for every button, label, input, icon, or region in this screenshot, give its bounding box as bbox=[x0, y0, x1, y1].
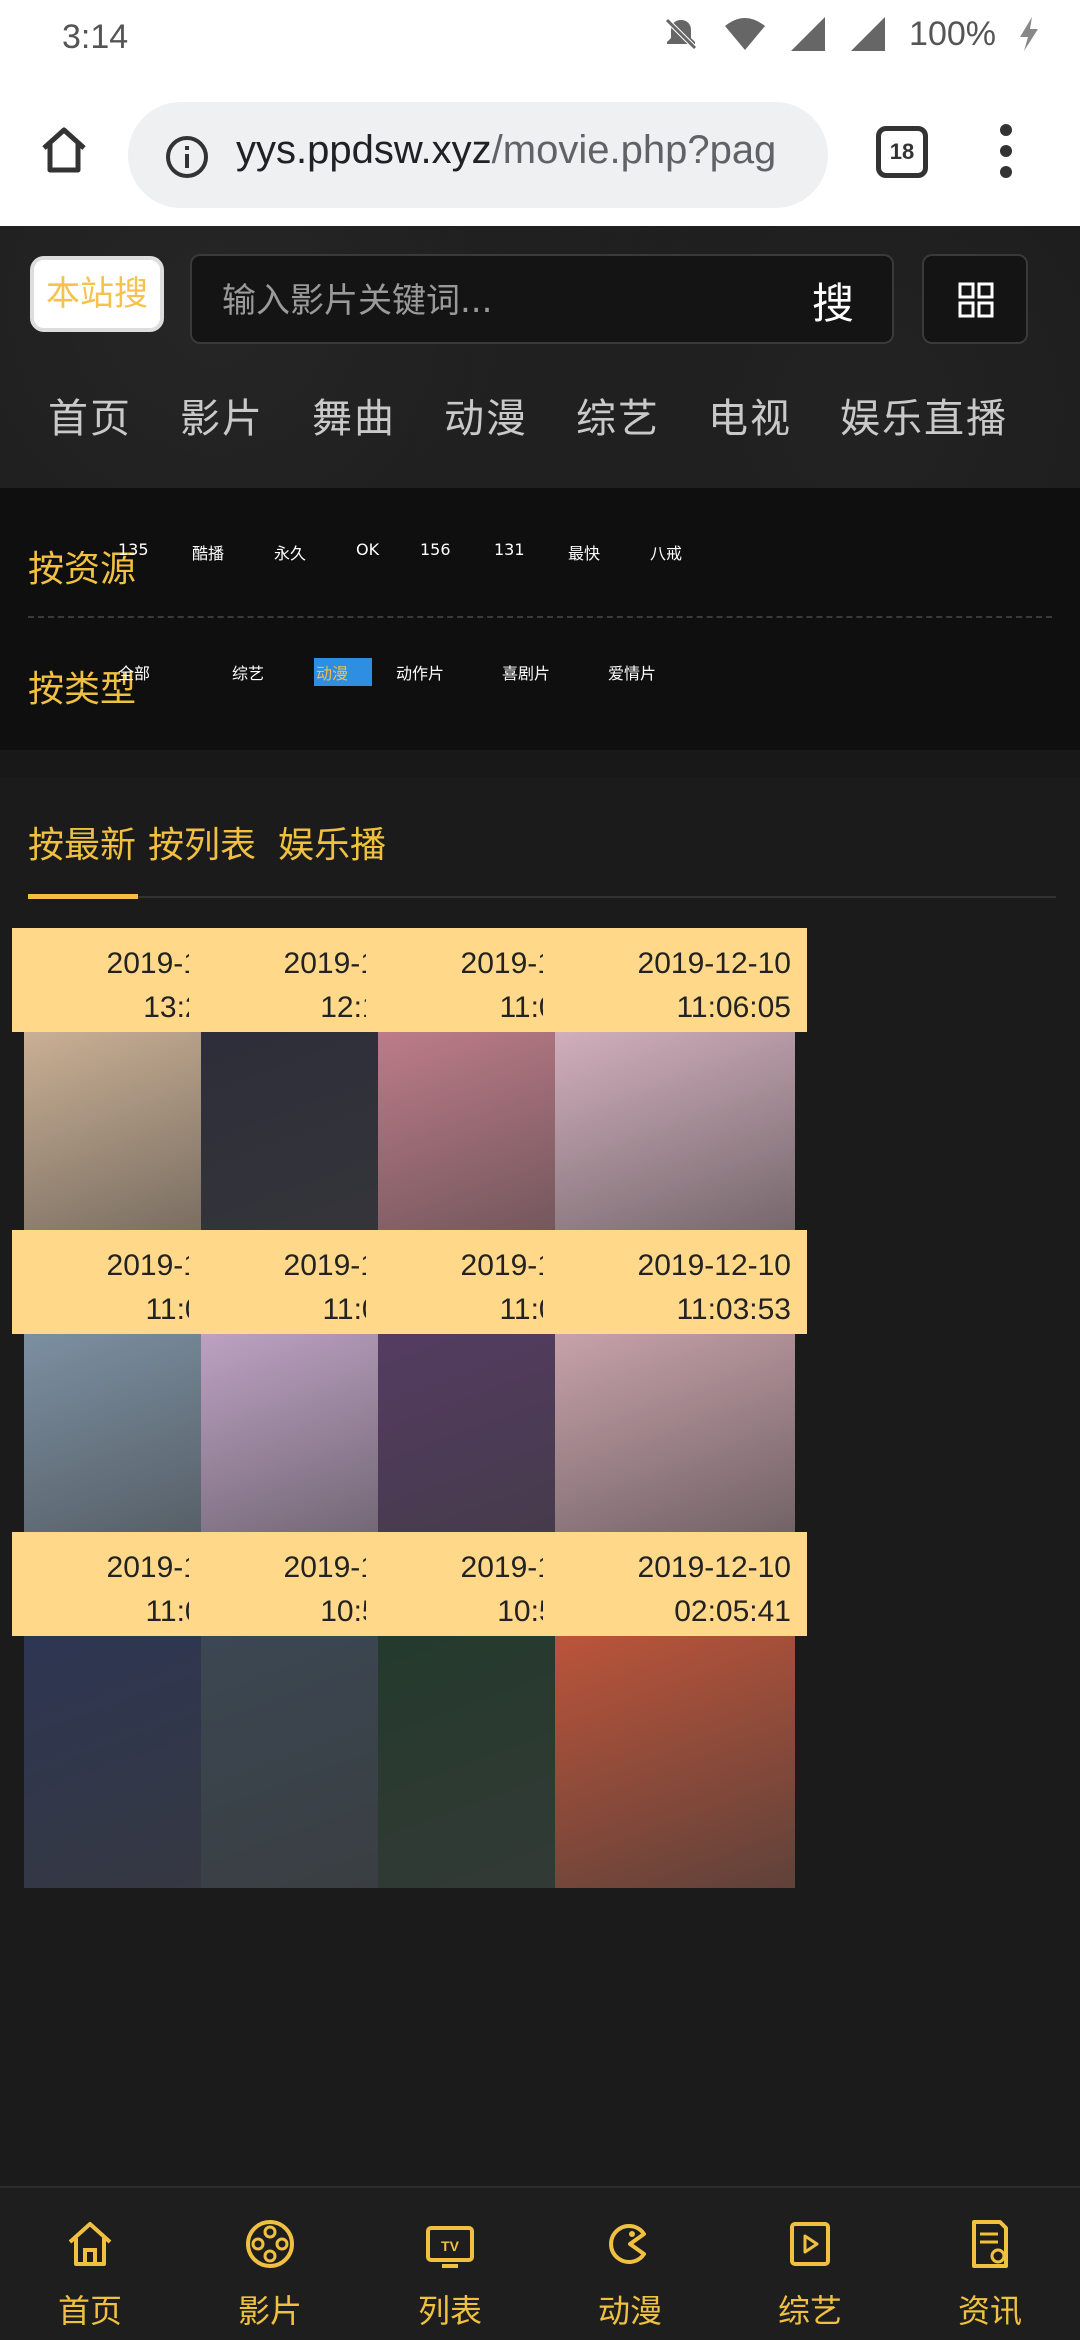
charging-icon bbox=[1020, 17, 1038, 51]
type-option-all[interactable]: 全部 bbox=[118, 660, 150, 684]
nav-item-variety[interactable]: 综艺 bbox=[576, 386, 660, 444]
bottom-nav-label: 首页 bbox=[57, 2292, 122, 2330]
bottom-nav-news[interactable]: 资讯 bbox=[900, 2188, 1080, 2340]
movie-date-badge: 2019-12-10 02:05:41 bbox=[543, 1532, 807, 1636]
search-button[interactable]: 搜 bbox=[812, 270, 854, 331]
nav-item-live[interactable]: 娱乐直播 bbox=[840, 386, 1008, 444]
filter-divider bbox=[28, 616, 1052, 618]
url-host: yys.ppdsw.xyz bbox=[236, 128, 492, 172]
movie-date-badge: 2019-12-10 11:03:53 bbox=[543, 1230, 807, 1334]
overflow-menu-icon[interactable] bbox=[996, 124, 1016, 184]
movie-card[interactable]: 2019-12-10 02:05:41 bbox=[543, 1494, 807, 1954]
movie-date: 2019-12-10 bbox=[637, 1249, 791, 1282]
bottom-nav-movies[interactable]: 影片 bbox=[180, 2188, 360, 2340]
bottom-nav-home[interactable]: 首页 bbox=[0, 2188, 180, 2340]
sort-tab-indicator bbox=[28, 894, 138, 899]
sort-tab-entertainment[interactable]: 娱乐播 bbox=[278, 816, 386, 868]
sort-tab-list[interactable]: 按列表 bbox=[148, 816, 256, 868]
movie-date-badge: 2019-12-10 11:06:05 bbox=[543, 928, 807, 1032]
pacman-icon bbox=[609, 2224, 646, 2264]
site-search-button[interactable]: 本站搜 bbox=[30, 256, 164, 332]
bottom-nav: 首页 影片 TV 列表 动漫 综艺 资讯 bbox=[0, 2186, 1080, 2340]
site-header: 本站搜 搜 首页 影片 舞曲 动漫 综艺 电视 娱乐直播 bbox=[0, 226, 1080, 488]
source-option[interactable]: 135 bbox=[118, 540, 149, 559]
sort-tab-track bbox=[28, 896, 1056, 898]
sort-tabs: 按最新 按列表 娱乐播 bbox=[0, 750, 1080, 900]
search-box: 搜 bbox=[190, 254, 894, 344]
search-input[interactable] bbox=[222, 278, 782, 324]
source-option[interactable]: 156 bbox=[420, 540, 451, 559]
mute-icon bbox=[665, 18, 697, 50]
bottom-nav-label: 资讯 bbox=[957, 2292, 1022, 2330]
nav-item-tv[interactable]: 电视 bbox=[708, 386, 792, 444]
status-icons: 100% bbox=[661, 14, 1040, 54]
main-nav: 首页 影片 舞曲 动漫 综艺 电视 娱乐直播 bbox=[48, 386, 1056, 444]
address-bar[interactable]: yys.ppdsw.xyz/movie.php?pag bbox=[128, 102, 828, 208]
bottom-nav-variety[interactable]: 综艺 bbox=[720, 2188, 900, 2340]
movie-grid: 2019-12-1013:25:46恋是樱草色2019-12-1012:13:2… bbox=[0, 900, 1080, 2190]
movie-time: 02:05:41 bbox=[674, 1595, 791, 1628]
source-filter-row: 按资源 bbox=[28, 540, 174, 592]
bottom-nav-label: 影片 bbox=[237, 2292, 302, 2330]
bottom-nav-label: 综艺 bbox=[777, 2292, 842, 2330]
browser-toolbar: yys.ppdsw.xyz/movie.php?pag 18 bbox=[0, 80, 1080, 226]
film-reel-icon bbox=[246, 2220, 294, 2268]
source-option[interactable]: 永久 bbox=[274, 540, 306, 564]
wifi-icon bbox=[725, 18, 766, 50]
type-filter-row: 按类型 bbox=[28, 660, 174, 712]
bottom-nav-anime[interactable]: 动漫 bbox=[540, 2188, 720, 2340]
nav-item-movies[interactable]: 影片 bbox=[180, 386, 264, 444]
grid-icon bbox=[958, 282, 994, 318]
section-gap bbox=[0, 750, 1080, 778]
signal-icon bbox=[791, 17, 826, 51]
battery-text: 100% bbox=[909, 14, 996, 53]
nav-item-dance[interactable]: 舞曲 bbox=[312, 386, 396, 444]
status-time: 3:14 bbox=[62, 18, 129, 56]
movie-time: 11:06:05 bbox=[676, 991, 791, 1024]
svg-text:TV: TV bbox=[441, 2238, 460, 2254]
filter-panel: 按资源 135 酷播 永久 OK 156 131 最快 八戒 按类型 全部 综艺… bbox=[0, 488, 1080, 750]
bottom-nav-label: 动漫 bbox=[597, 2292, 662, 2330]
movie-date: 2019-12-10 bbox=[637, 1551, 791, 1584]
source-option[interactable]: 131 bbox=[494, 540, 525, 559]
movie-time: 11:03:53 bbox=[676, 1293, 791, 1326]
play-box-icon bbox=[790, 2222, 830, 2266]
tv-icon: TV bbox=[426, 2226, 474, 2268]
bottom-nav-list[interactable]: TV 列表 bbox=[360, 2188, 540, 2340]
nav-item-anime[interactable]: 动漫 bbox=[444, 386, 528, 444]
source-option[interactable]: 八戒 bbox=[650, 540, 682, 564]
tab-switcher-button[interactable]: 18 bbox=[876, 126, 928, 178]
news-icon bbox=[972, 2220, 1008, 2268]
url-text[interactable]: yys.ppdsw.xyz/movie.php?pag bbox=[236, 128, 776, 173]
type-option-action[interactable]: 动作片 bbox=[396, 660, 444, 684]
home-icon bbox=[68, 2222, 112, 2266]
nav-item-home[interactable]: 首页 bbox=[48, 386, 132, 444]
type-option-romance[interactable]: 爱情片 bbox=[608, 660, 656, 684]
movie-date: 2019-12-10 bbox=[637, 947, 791, 980]
url-path: /movie.php?pag bbox=[491, 128, 777, 172]
type-option-comedy[interactable]: 喜剧片 bbox=[502, 660, 550, 684]
grid-menu-button[interactable] bbox=[922, 254, 1028, 344]
home-icon[interactable] bbox=[36, 122, 92, 178]
source-option[interactable]: 最快 bbox=[568, 540, 600, 564]
type-option-variety[interactable]: 综艺 bbox=[232, 660, 264, 684]
signal-icon-2 bbox=[851, 17, 886, 51]
type-option-anime-active[interactable]: 动漫 bbox=[314, 658, 373, 686]
bottom-nav-label: 列表 bbox=[417, 2292, 482, 2330]
status-bar: 3:14 100% bbox=[0, 0, 1080, 80]
info-icon[interactable] bbox=[164, 134, 210, 180]
source-option[interactable]: OK bbox=[356, 540, 379, 559]
source-option[interactable]: 酷播 bbox=[192, 540, 224, 564]
sort-tab-latest[interactable]: 按最新 bbox=[28, 816, 136, 868]
